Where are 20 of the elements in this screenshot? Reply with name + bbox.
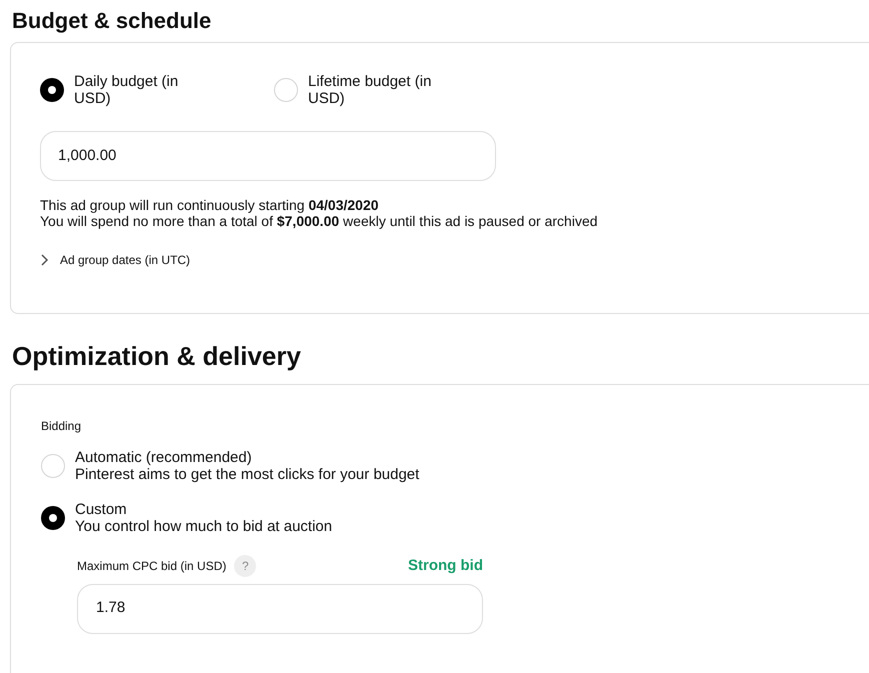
budget-input[interactable]: 1,000.00 xyxy=(40,131,496,181)
info-text: This ad group will run continuously starting 04/03/2020 xyxy=(40,197,379,213)
radio-button[interactable] xyxy=(41,454,65,478)
radio-label: Daily budget (in USD) xyxy=(74,73,180,107)
section-title: Optimization & delivery xyxy=(12,340,301,373)
radio-button[interactable] xyxy=(274,78,298,102)
field-label: Maximum CPC bid (in USD) xyxy=(77,558,226,576)
radio-description: Pinterest aims to get the most clicks for your budget xyxy=(75,466,420,483)
dates-toggle[interactable]: Ad group dates (in UTC) xyxy=(40,251,190,269)
bid-strength: Strong bid xyxy=(408,556,483,576)
info-text: You will spend no more than a total of $7,000.00 weekly until this ad is paused or archived xyxy=(40,213,598,229)
section-title: Budget & schedule xyxy=(12,7,212,35)
radio-label: Lifetime budget (in USD) xyxy=(308,73,432,107)
radio-description: You control how much to bid at auction xyxy=(75,518,332,535)
bid-input[interactable]: 1.78 xyxy=(77,584,483,634)
radio-label: Custom xyxy=(75,501,127,518)
field-label: Bidding xyxy=(41,418,82,435)
radio-button[interactable] xyxy=(40,78,64,102)
radio-button[interactable] xyxy=(41,506,65,530)
radio-label: Automatic (recommended) xyxy=(75,449,252,466)
